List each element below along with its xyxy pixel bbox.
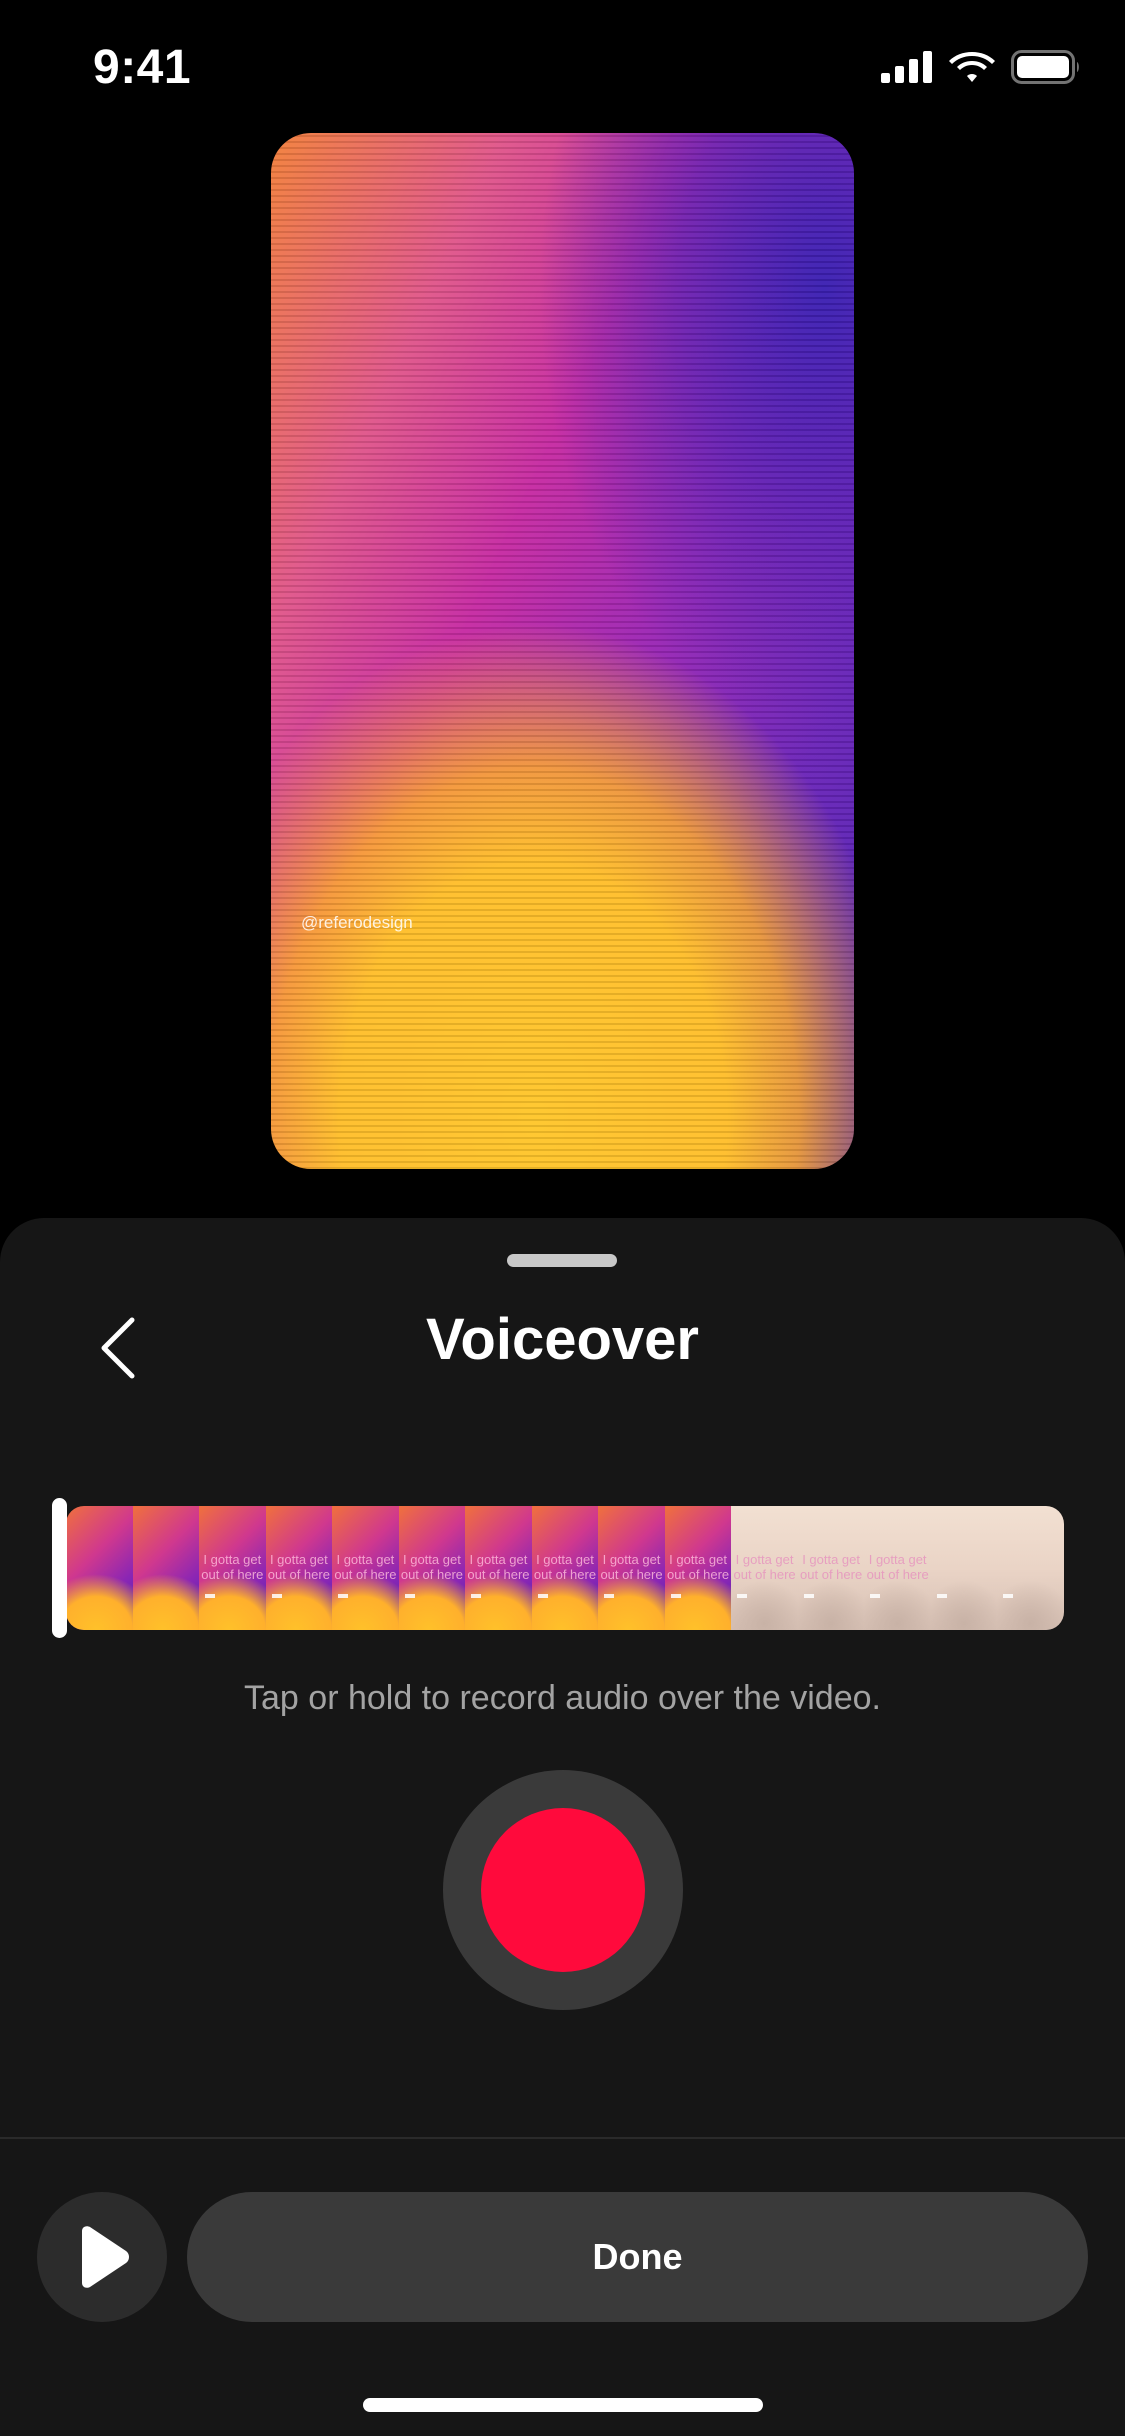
frame-watermark-mark — [338, 1594, 349, 1598]
video-preview: @referodesign — [271, 133, 854, 1169]
frame-watermark-mark — [1003, 1594, 1014, 1598]
frame-caption: I gotta get out of here — [400, 1552, 463, 1582]
frame-watermark-mark — [537, 1594, 548, 1598]
play-button[interactable] — [37, 2192, 167, 2322]
sheet-title: Voiceover — [426, 1307, 699, 1372]
record-button[interactable] — [443, 1770, 683, 2010]
timeline-frame: I gotta get out of here — [265, 1506, 333, 1630]
timeline-frame: I gotta get out of here — [598, 1506, 665, 1630]
frame-caption: I gotta get out of here — [733, 1552, 796, 1582]
frame-caption: I gotta get out of here — [666, 1552, 730, 1582]
frame-caption: I gotta get out of here — [201, 1552, 264, 1582]
timeline-frame — [66, 1506, 133, 1630]
timeline-frame — [930, 1506, 998, 1630]
timeline-frame: I gotta get out of here — [398, 1506, 466, 1630]
frame-caption: I gotta get out of here — [267, 1552, 330, 1582]
wifi-icon — [949, 52, 995, 82]
done-button[interactable]: Done — [187, 2192, 1088, 2322]
timeline-frame — [132, 1506, 200, 1630]
frame-watermark-mark — [471, 1594, 482, 1598]
timeline-frame: I gotta get out of here — [731, 1506, 798, 1630]
timeline-frame: I gotta get out of here — [664, 1506, 732, 1630]
frame-watermark-mark — [737, 1594, 748, 1598]
frame-caption: I gotta get out of here — [600, 1552, 663, 1582]
battery-icon — [1011, 50, 1079, 84]
status-time: 9:41 — [93, 41, 192, 94]
frame-watermark-mark — [271, 1594, 282, 1598]
record-hint: Tap or hold to record audio over the vid… — [244, 1679, 881, 1717]
timeline-frame: I gotta get out of here — [864, 1506, 931, 1630]
frame-watermark-mark — [670, 1594, 681, 1598]
home-indicator — [363, 2398, 763, 2412]
timeline-frame: I gotta get out of here — [465, 1506, 532, 1630]
record-dot — [481, 1808, 645, 1972]
frame-watermark-mark — [404, 1594, 415, 1598]
frame-watermark-mark — [936, 1594, 947, 1598]
divider — [0, 2137, 1125, 2139]
timeline-frame: I gotta get out of here — [199, 1506, 266, 1630]
frame-caption: I gotta get out of here — [334, 1552, 397, 1582]
frame-watermark-mark — [205, 1594, 216, 1598]
scanline-overlay — [271, 133, 854, 1169]
frame-caption: I gotta get out of here — [866, 1552, 929, 1582]
frame-watermark-mark — [604, 1594, 615, 1598]
timeline-playhead[interactable] — [52, 1498, 67, 1638]
timeline-frame: I gotta get out of here — [797, 1506, 865, 1630]
status-icons — [881, 50, 1081, 84]
cellular-signal-icon — [881, 51, 932, 83]
frame-watermark-mark — [803, 1594, 814, 1598]
frame-caption: I gotta get out of here — [800, 1552, 863, 1582]
sheet-drag-handle[interactable] — [507, 1254, 617, 1267]
timeline-frame: I gotta get out of here — [531, 1506, 599, 1630]
preview-watermark: @referodesign — [301, 913, 413, 932]
frame-watermark-mark — [870, 1594, 881, 1598]
status-bar: 9:41 — [0, 0, 1125, 132]
video-timeline[interactable]: I gotta get out of here I gotta get out o… — [66, 1506, 1064, 1630]
timeline-frame: I gotta get out of here — [332, 1506, 399, 1630]
frame-caption: I gotta get out of here — [533, 1552, 597, 1582]
play-icon — [82, 2226, 129, 2288]
frame-caption: I gotta get out of here — [467, 1552, 530, 1582]
timeline-frame — [997, 1506, 1064, 1630]
voiceover-sheet: Voiceover I gotta get out of here I gotta… — [0, 1218, 1125, 2436]
